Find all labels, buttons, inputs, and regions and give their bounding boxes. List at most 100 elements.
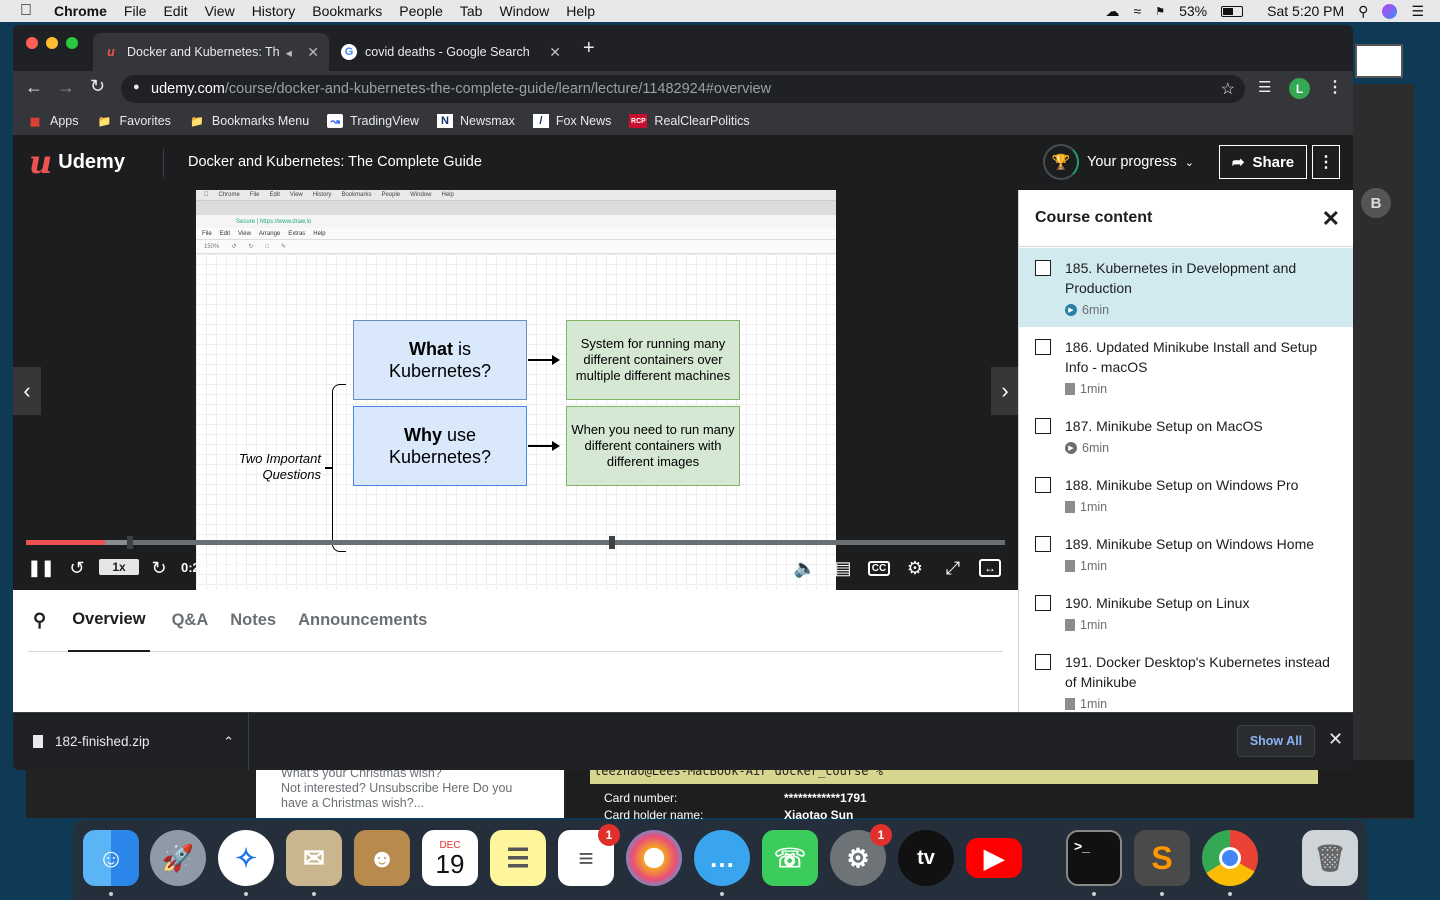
close-tab-icon[interactable]: ✕ xyxy=(549,44,561,61)
add-note-button[interactable]: ✎ xyxy=(263,556,283,580)
reminders-icon[interactable]: ≡ 1 xyxy=(558,824,620,886)
close-shelf-icon[interactable]: ✕ xyxy=(1328,729,1343,750)
menu-help[interactable]: Help xyxy=(566,3,595,19)
menu-view[interactable]: View xyxy=(205,3,235,19)
menu-app-name[interactable]: Chrome xyxy=(54,3,107,19)
rewind-button[interactable]: ↺ xyxy=(65,556,89,580)
chrome-menu-icon[interactable]: ⋮ xyxy=(1327,77,1343,97)
menu-file[interactable]: File xyxy=(124,3,147,19)
lecture-item[interactable]: 190. Minikube Setup on Linux 1min xyxy=(1019,583,1353,642)
lecture-complete-checkbox[interactable] xyxy=(1035,654,1051,670)
contacts-icon[interactable]: ☻ xyxy=(354,830,410,886)
tab-overview[interactable]: Overview xyxy=(68,590,150,652)
udemy-logo[interactable]: u Udemy xyxy=(29,146,125,178)
bookmark-fox-news[interactable]: / Fox News xyxy=(532,114,611,128)
menu-tab[interactable]: Tab xyxy=(460,3,483,19)
playback-rate-button[interactable]: 1x xyxy=(99,559,139,575)
lecture-complete-checkbox[interactable] xyxy=(1035,536,1051,552)
lecture-item[interactable]: 189. Minikube Setup on Windows Home 1min xyxy=(1019,524,1353,583)
share-button[interactable]: ➦ Share xyxy=(1219,145,1307,179)
menu-people[interactable]: People xyxy=(399,3,443,19)
progress-dropdown[interactable]: 🏆 Your progress ⌄ xyxy=(1043,144,1194,180)
menu-history[interactable]: History xyxy=(252,3,296,19)
flag-icon[interactable]: ⚑ xyxy=(1155,5,1165,18)
fullscreen-button[interactable]: ⤢ xyxy=(941,556,965,580)
battery-icon[interactable] xyxy=(1221,5,1244,17)
menu-edit[interactable]: Edit xyxy=(163,3,187,19)
profile-avatar[interactable]: L xyxy=(1289,78,1310,99)
lock-icon[interactable]: ● xyxy=(133,81,140,93)
mail-stamp-icon[interactable]: ✉ xyxy=(286,830,342,886)
apple-menu-icon[interactable]:  xyxy=(20,2,38,20)
spotlight-search-icon[interactable]: ⚲ xyxy=(1358,3,1368,20)
seek-bar[interactable] xyxy=(26,536,1005,549)
bookmark-star-icon[interactable]: ☆ xyxy=(1221,79,1235,99)
notification-center-icon[interactable]: ☰ xyxy=(1411,3,1424,20)
terminal-icon[interactable]: >_ xyxy=(1066,830,1122,886)
cloud-icon[interactable]: ☁ xyxy=(1106,3,1120,20)
audio-playing-icon[interactable]: ◂ xyxy=(286,45,292,60)
lecture-item[interactable]: 186. Updated Minikube Install and Setup … xyxy=(1019,327,1353,406)
tab-qa[interactable]: Q&A xyxy=(172,611,209,630)
search-icon[interactable]: ⚲ xyxy=(33,610,46,631)
transcript-button[interactable]: ▤ xyxy=(831,556,855,580)
bookmark-tradingview[interactable]: ↝ TradingView xyxy=(327,114,419,128)
launchpad-icon[interactable]: 🚀 xyxy=(150,830,206,886)
media-control-icon[interactable]: ☰ xyxy=(1258,78,1271,96)
close-tab-icon[interactable]: ✕ xyxy=(307,44,319,61)
settings-button[interactable]: ⚙ xyxy=(903,556,927,580)
zoom-window-button[interactable] xyxy=(66,37,78,49)
theater-mode-button[interactable]: ↔ xyxy=(975,556,1005,580)
trash-icon[interactable]: 🗑 xyxy=(1302,830,1358,886)
lecture-complete-checkbox[interactable] xyxy=(1035,418,1051,434)
menu-bookmarks[interactable]: Bookmarks xyxy=(312,3,382,19)
new-tab-icon[interactable]: + xyxy=(583,37,595,60)
apple-tv-icon[interactable]: tv xyxy=(898,830,954,886)
course-title[interactable]: Docker and Kubernetes: The Complete Guid… xyxy=(188,154,482,170)
address-bar[interactable]: ● udemy.com/course/docker-and-kubernetes… xyxy=(121,75,1245,103)
photos-icon[interactable] xyxy=(626,830,682,886)
reload-icon[interactable]: ↻ xyxy=(90,76,105,97)
siri-icon[interactable] xyxy=(1382,3,1398,19)
notes-icon[interactable]: ☰ xyxy=(490,830,546,886)
bookmark-favorites[interactable]: 📁 Favorites xyxy=(97,114,171,128)
sublime-text-icon[interactable]: S xyxy=(1134,830,1190,886)
chrome-icon[interactable] xyxy=(1202,830,1258,886)
volume-button[interactable]: 🔈 xyxy=(793,556,817,580)
pause-button[interactable]: ❚❚ xyxy=(28,556,55,580)
battery-percent[interactable]: 53% xyxy=(1179,3,1207,19)
system-preferences-icon[interactable]: ⚙ 1 xyxy=(830,824,892,886)
clock[interactable]: Sat 5:20 PM xyxy=(1267,3,1344,19)
minimize-window-button[interactable] xyxy=(46,37,58,49)
lecture-item[interactable]: 187. Minikube Setup on MacOS ▶ 6min xyxy=(1019,406,1353,465)
tab-announcements[interactable]: Announcements xyxy=(298,611,427,630)
lecture-item[interactable]: 185. Kubernetes in Development and Produ… xyxy=(1019,248,1353,327)
download-item[interactable]: 182-finished.zip ⌃ xyxy=(33,713,249,770)
lecture-complete-checkbox[interactable] xyxy=(1035,339,1051,355)
next-lecture-arrow[interactable]: › xyxy=(991,367,1018,415)
wifi-icon[interactable]: ≈ xyxy=(1134,3,1142,19)
forward-icon[interactable]: → xyxy=(57,77,75,98)
bookmark-realclearpolitics[interactable]: RCP RealClearPolitics xyxy=(629,114,750,128)
video-player[interactable]: ChromeFileEditViewHistoryBookmarksPeopl… xyxy=(13,190,1018,590)
bookmark-bookmarks-menu[interactable]: 📁 Bookmarks Menu xyxy=(189,114,309,128)
more-options-button[interactable]: ⋮ xyxy=(1312,145,1340,179)
close-window-button[interactable] xyxy=(26,37,38,49)
lecture-complete-checkbox[interactable] xyxy=(1035,477,1051,493)
calendar-icon[interactable]: DEC 19 xyxy=(422,830,478,886)
menu-window[interactable]: Window xyxy=(499,3,549,19)
youtube-icon[interactable]: ▶ xyxy=(966,838,1022,878)
lecture-complete-checkbox[interactable] xyxy=(1035,595,1051,611)
tab-notes[interactable]: Notes xyxy=(230,611,276,630)
lecture-complete-checkbox[interactable] xyxy=(1035,260,1051,276)
tab-udemy[interactable]: u Docker and Kubernetes: Th ◂ ✕ xyxy=(93,33,329,71)
messages-icon[interactable]: … xyxy=(694,830,750,886)
facetime-icon[interactable]: ☏ xyxy=(762,830,818,886)
captions-button[interactable]: CC xyxy=(867,556,891,580)
finder-icon[interactable]: ☺ xyxy=(83,830,139,886)
bookmark-newsmax[interactable]: N Newsmax xyxy=(436,114,515,128)
close-sidebar-icon[interactable]: ✕ xyxy=(1322,206,1340,232)
safari-icon[interactable]: ✧ xyxy=(218,830,274,886)
forward-button[interactable]: ↻ xyxy=(147,556,171,580)
tab-google-search[interactable]: G covid deaths - Google Search ✕ xyxy=(331,33,571,71)
